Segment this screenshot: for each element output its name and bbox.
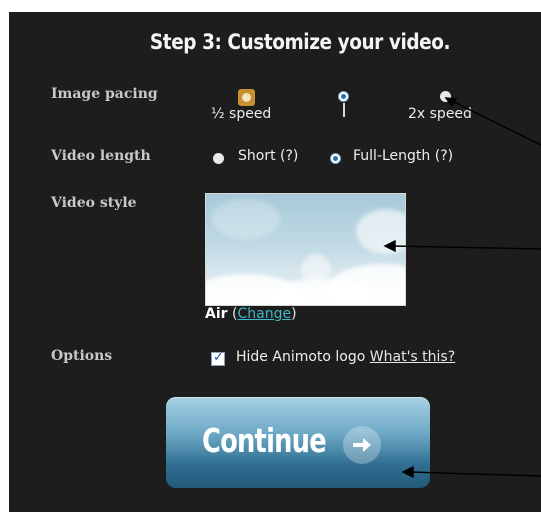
hide-logo-checkbox[interactable] xyxy=(211,350,225,366)
length-full-label: Full-Length (?) xyxy=(353,148,454,164)
continue-label: Continue xyxy=(202,421,327,460)
whats-this-link[interactable]: What's this? xyxy=(370,349,455,365)
pacing-normal-marker[interactable] xyxy=(338,91,349,102)
hide-logo-label: Hide Animoto logo xyxy=(236,349,366,365)
style-thumbnail[interactable] xyxy=(205,193,406,306)
page-frame: Step 3: Customize your video. Image paci… xyxy=(0,0,541,519)
double-speed-label: 2x speed xyxy=(408,106,472,122)
image-pacing-label: Image pacing xyxy=(51,86,158,102)
pacing-slider-handle[interactable] xyxy=(238,89,255,106)
hide-logo-row: Hide Animoto logo What's this? xyxy=(236,349,455,365)
length-short-radio[interactable] xyxy=(213,153,224,164)
change-style-link[interactable]: Change xyxy=(237,306,291,322)
options-label: Options xyxy=(51,348,113,364)
pacing-tick xyxy=(343,103,345,117)
video-style-label: Video style xyxy=(51,195,137,211)
style-caption: Air (Change) xyxy=(205,306,297,322)
length-short-label: Short (?) xyxy=(238,148,299,164)
change-close-paren: ) xyxy=(291,306,297,322)
arrow-right-icon xyxy=(343,426,381,464)
length-full-radio[interactable] xyxy=(330,153,341,164)
continue-button[interactable]: Continue xyxy=(166,397,430,488)
half-speed-label: ½ speed xyxy=(211,106,272,122)
pacing-double-marker[interactable] xyxy=(440,91,451,102)
style-name: Air xyxy=(205,306,228,322)
video-length-label: Video length xyxy=(51,148,151,164)
step-title: Step 3: Customize your video. xyxy=(149,30,451,54)
